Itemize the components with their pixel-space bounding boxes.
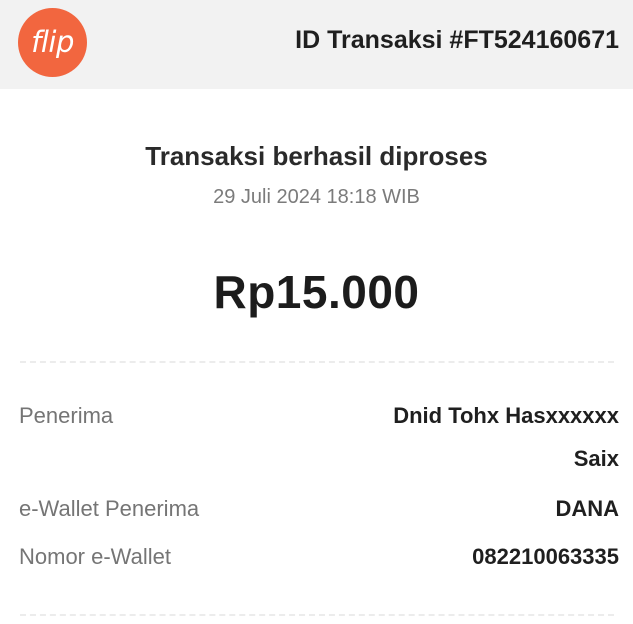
ewallet-number-label: Nomor e-Wallet <box>19 544 171 569</box>
divider-bottom <box>20 614 614 616</box>
recipient-label: Penerima <box>19 403 114 428</box>
receipt-header: flip ID Transaksi #FT524160671 <box>0 0 633 89</box>
flip-logo: flip <box>18 8 87 77</box>
logo-text: flip <box>31 24 74 59</box>
ewallet-number-value: 082210063335 <box>472 544 619 569</box>
ewallet-label: e-Wallet Penerima <box>19 496 200 521</box>
ewallet-value: DANA <box>555 496 619 521</box>
transaction-datetime: 29 Juli 2024 18:18 WIB <box>213 186 420 208</box>
divider-top <box>20 361 614 363</box>
status-title: Transaksi berhasil diproses <box>145 141 488 171</box>
transaction-id: ID Transaksi #FT524160671 <box>295 26 619 54</box>
transaction-amount: Rp15.000 <box>213 266 420 318</box>
recipient-name-line2: Saix <box>573 446 619 471</box>
recipient-name-line1: Dnid Tohx Hasxxxxxx <box>393 403 619 428</box>
